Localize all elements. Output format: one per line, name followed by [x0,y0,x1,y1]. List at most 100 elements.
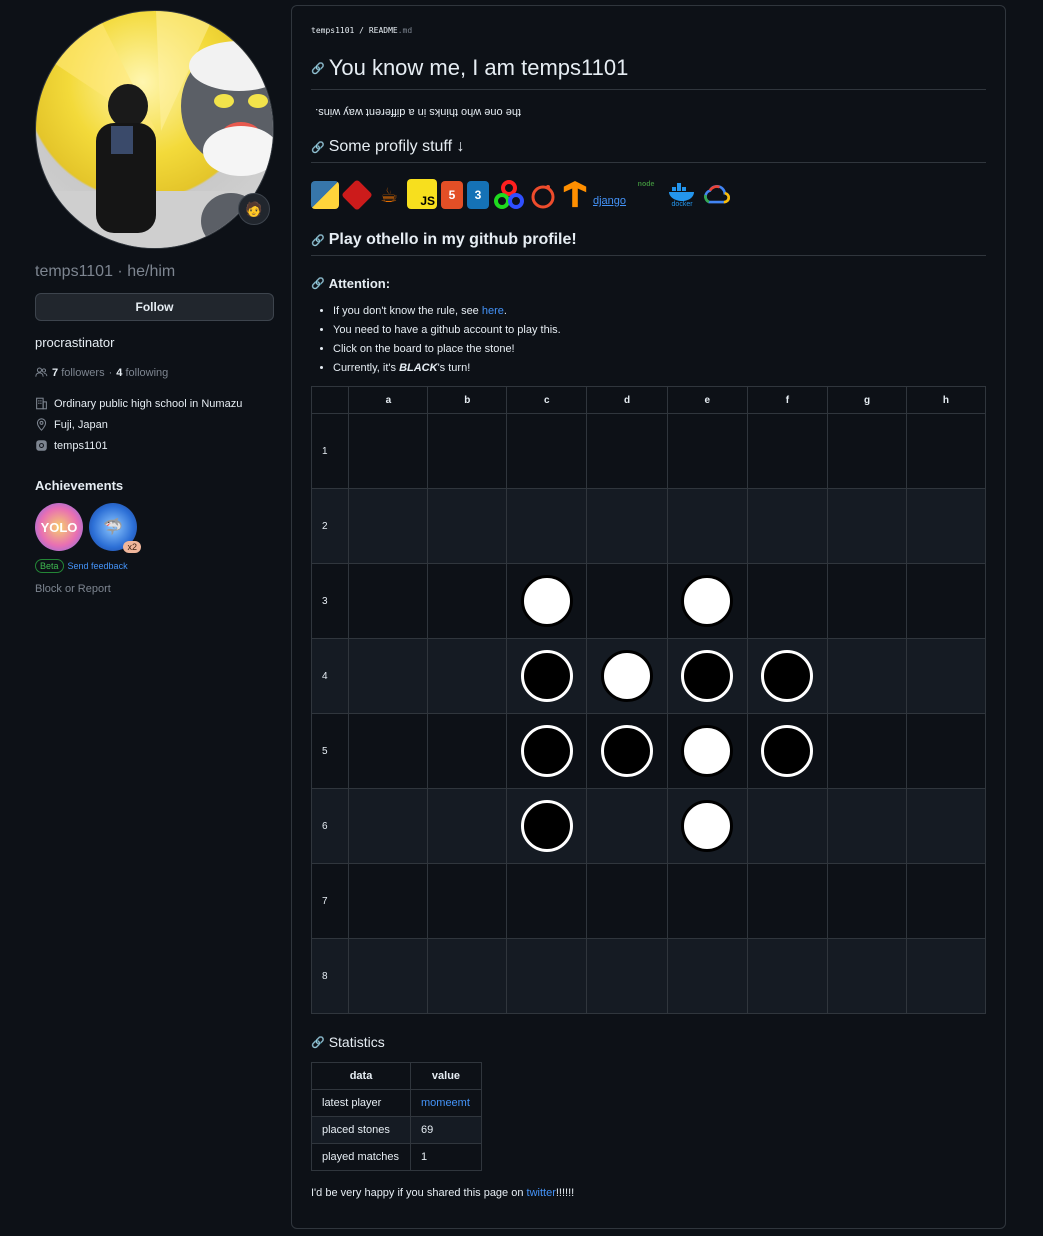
board-cell-e4[interactable] [666,638,748,714]
board-cell-a4[interactable] [348,638,429,714]
opencv-icon[interactable] [493,180,525,209]
board-cell-g7[interactable] [827,863,907,939]
rules-link[interactable]: here [482,305,504,317]
followers-link[interactable]: 7 followers [52,367,105,379]
board-cell-c7[interactable] [506,863,588,939]
anchor-link-icon[interactable]: 🔗 [311,62,325,75]
latest-player-link[interactable]: momeemt [421,1097,470,1109]
google-cloud-icon[interactable] [702,181,731,209]
board-cell-h5[interactable] [905,713,987,789]
board-cell-a5[interactable] [348,713,429,789]
pull-shark-achievement-icon[interactable]: 🦈 x2 [89,503,141,553]
board-cell-b2[interactable] [427,488,508,564]
board-cell-f7[interactable] [746,863,829,939]
board-cell-b8[interactable] [427,938,508,1014]
anchor-link-icon[interactable]: 🔗 [311,1036,325,1049]
board-cell-c5[interactable] [506,713,588,789]
board-cell-f6[interactable] [746,788,829,864]
board-cell-h4[interactable] [905,638,987,714]
board-cell-b4[interactable] [427,638,508,714]
list-item: Click on the board to place the stone! [333,343,986,355]
board-cell-d6[interactable] [586,788,668,864]
board-cell-e5[interactable] [666,713,748,789]
board-cell-h2[interactable] [905,488,987,564]
python-icon[interactable] [311,181,339,209]
board-cell-e2[interactable] [666,488,748,564]
board-cell-g6[interactable] [827,788,907,864]
board-cell-g5[interactable] [827,713,907,789]
ruby-icon[interactable] [341,179,373,211]
board-cell-c2[interactable] [506,488,588,564]
board-cell-d1[interactable] [586,413,668,489]
following-link[interactable]: 4 following [116,367,168,379]
board-cell-h6[interactable] [905,788,987,864]
java-icon[interactable]: ☕ [375,181,403,209]
board-cell-c8[interactable] [506,938,588,1014]
board-cell-c4[interactable] [506,638,588,714]
board-cell-g3[interactable] [827,563,907,639]
block-report-link[interactable]: Block or Report [35,583,272,595]
board-cell-d7[interactable] [586,863,668,939]
status-emoji-icon[interactable]: 🧑 [238,193,270,225]
anchor-link-icon[interactable]: 🔗 [311,141,325,154]
board-cell-e1[interactable] [666,413,748,489]
board-cell-a7[interactable] [348,863,429,939]
pytorch-icon[interactable] [529,181,557,209]
twitter-link[interactable]: twitter [527,1187,556,1199]
board-cell-d2[interactable] [586,488,668,564]
board-cell-b3[interactable] [427,563,508,639]
board-cell-e6[interactable] [666,788,748,864]
path-user[interactable]: temps1101 [311,26,354,35]
board-cell-f8[interactable] [746,938,829,1014]
board-cell-h1[interactable] [905,413,987,489]
board-cell-g1[interactable] [827,413,907,489]
board-cell-c3[interactable] [506,563,588,639]
achievement-multiplier: x2 [123,541,141,553]
css3-icon[interactable]: 3 [467,181,489,209]
anchor-link-icon[interactable]: 🔗 [311,277,325,290]
board-cell-c1[interactable] [506,413,588,489]
board-cell-e7[interactable] [666,863,748,939]
board-cell-a2[interactable] [348,488,429,564]
board-cell-h7[interactable] [905,863,987,939]
nodejs-icon[interactable]: node [630,181,662,209]
board-cell-d8[interactable] [586,938,668,1014]
board-cell-a8[interactable] [348,938,429,1014]
html5-icon[interactable]: 5 [441,181,463,209]
people-icon [35,367,48,377]
django-icon[interactable]: django [593,195,626,209]
board-cell-h8[interactable] [905,938,987,1014]
send-feedback-link[interactable]: Send feedback [68,561,128,571]
board-cell-g8[interactable] [827,938,907,1014]
board-cell-a1[interactable] [348,413,429,489]
board-cell-f4[interactable] [746,638,829,714]
black-stone [520,800,573,852]
docker-icon[interactable]: docker [666,181,698,209]
board-cell-e3[interactable] [666,563,748,639]
board-cell-b7[interactable] [427,863,508,939]
board-cell-f5[interactable] [746,713,829,789]
follow-button[interactable]: Follow [35,293,274,321]
board-column-header: b [427,386,508,414]
board-cell-b6[interactable] [427,788,508,864]
tensorflow-icon[interactable] [561,181,589,209]
javascript-icon[interactable]: JS [407,179,437,209]
board-cell-d3[interactable] [586,563,668,639]
board-cell-f2[interactable] [746,488,829,564]
board-cell-a6[interactable] [348,788,429,864]
anchor-link-icon[interactable]: 🔗 [311,234,325,247]
board-cell-h3[interactable] [905,563,987,639]
board-cell-b1[interactable] [427,413,508,489]
social-link[interactable]: temps1101 [54,440,108,452]
board-cell-b5[interactable] [427,713,508,789]
board-cell-a3[interactable] [348,563,429,639]
board-cell-f1[interactable] [746,413,829,489]
board-cell-d4[interactable] [586,638,668,714]
board-cell-e8[interactable] [666,938,748,1014]
board-cell-g2[interactable] [827,488,907,564]
board-cell-d5[interactable] [586,713,668,789]
board-cell-g4[interactable] [827,638,907,714]
board-cell-c6[interactable] [506,788,588,864]
board-cell-f3[interactable] [746,563,829,639]
yolo-achievement-icon[interactable]: YOLO [35,503,83,551]
